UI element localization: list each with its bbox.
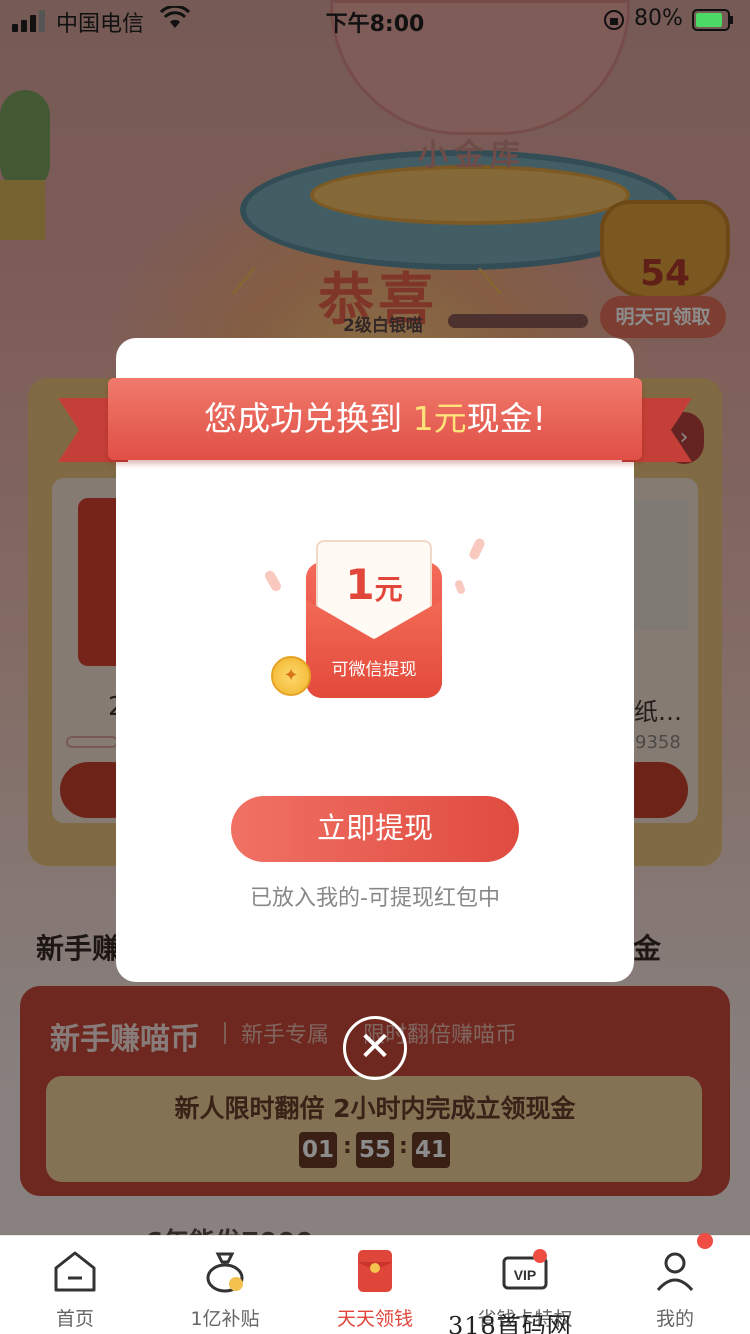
watermark: 318首码网 www.E318.com xyxy=(448,1312,572,1334)
battery-icon xyxy=(692,9,733,31)
tab-label: 天天领钱 xyxy=(336,1308,413,1330)
red-envelope-icon xyxy=(358,1250,392,1292)
close-icon[interactable]: ✕ xyxy=(343,1016,407,1080)
vip-icon: VIP xyxy=(502,1249,548,1290)
modal-title-prefix: 您成功兑换到 xyxy=(204,399,413,438)
coin-icon: ✦ xyxy=(271,656,311,696)
notification-badge xyxy=(697,1233,713,1249)
tab-home[interactable]: 首页 xyxy=(0,1236,150,1334)
envelope-amount-value: 1 xyxy=(345,560,375,609)
battery-percent: 80% xyxy=(634,6,683,31)
svg-text:VIP: VIP xyxy=(514,1267,537,1283)
tab-subsidy[interactable]: 1亿补贴 xyxy=(150,1236,300,1334)
modal-title-suffix: 现金! xyxy=(466,399,546,438)
withdraw-button[interactable]: 立即提现 xyxy=(231,796,519,862)
orientation-lock-icon xyxy=(604,10,624,30)
status-bar: 中国电信 下午8:00 80% xyxy=(0,0,750,40)
modal-title: 您成功兑换到 1元现金! xyxy=(108,378,642,460)
modal-hint: 已放入我的-可提现红包中 xyxy=(250,886,500,911)
modal-title-amount: 1元 xyxy=(412,399,467,438)
home-icon xyxy=(54,1251,96,1292)
envelope-amount: 1元 xyxy=(306,560,442,609)
tab-daily-money[interactable]: 天天领钱 xyxy=(300,1236,450,1334)
money-bag-icon xyxy=(206,1252,244,1293)
tab-label: 首页 xyxy=(55,1308,94,1330)
envelope-amount-unit: 元 xyxy=(374,573,403,606)
user-icon xyxy=(656,1252,694,1292)
tab-label: 1亿补贴 xyxy=(190,1308,260,1330)
envelope-label: 可微信提现 xyxy=(331,660,417,680)
